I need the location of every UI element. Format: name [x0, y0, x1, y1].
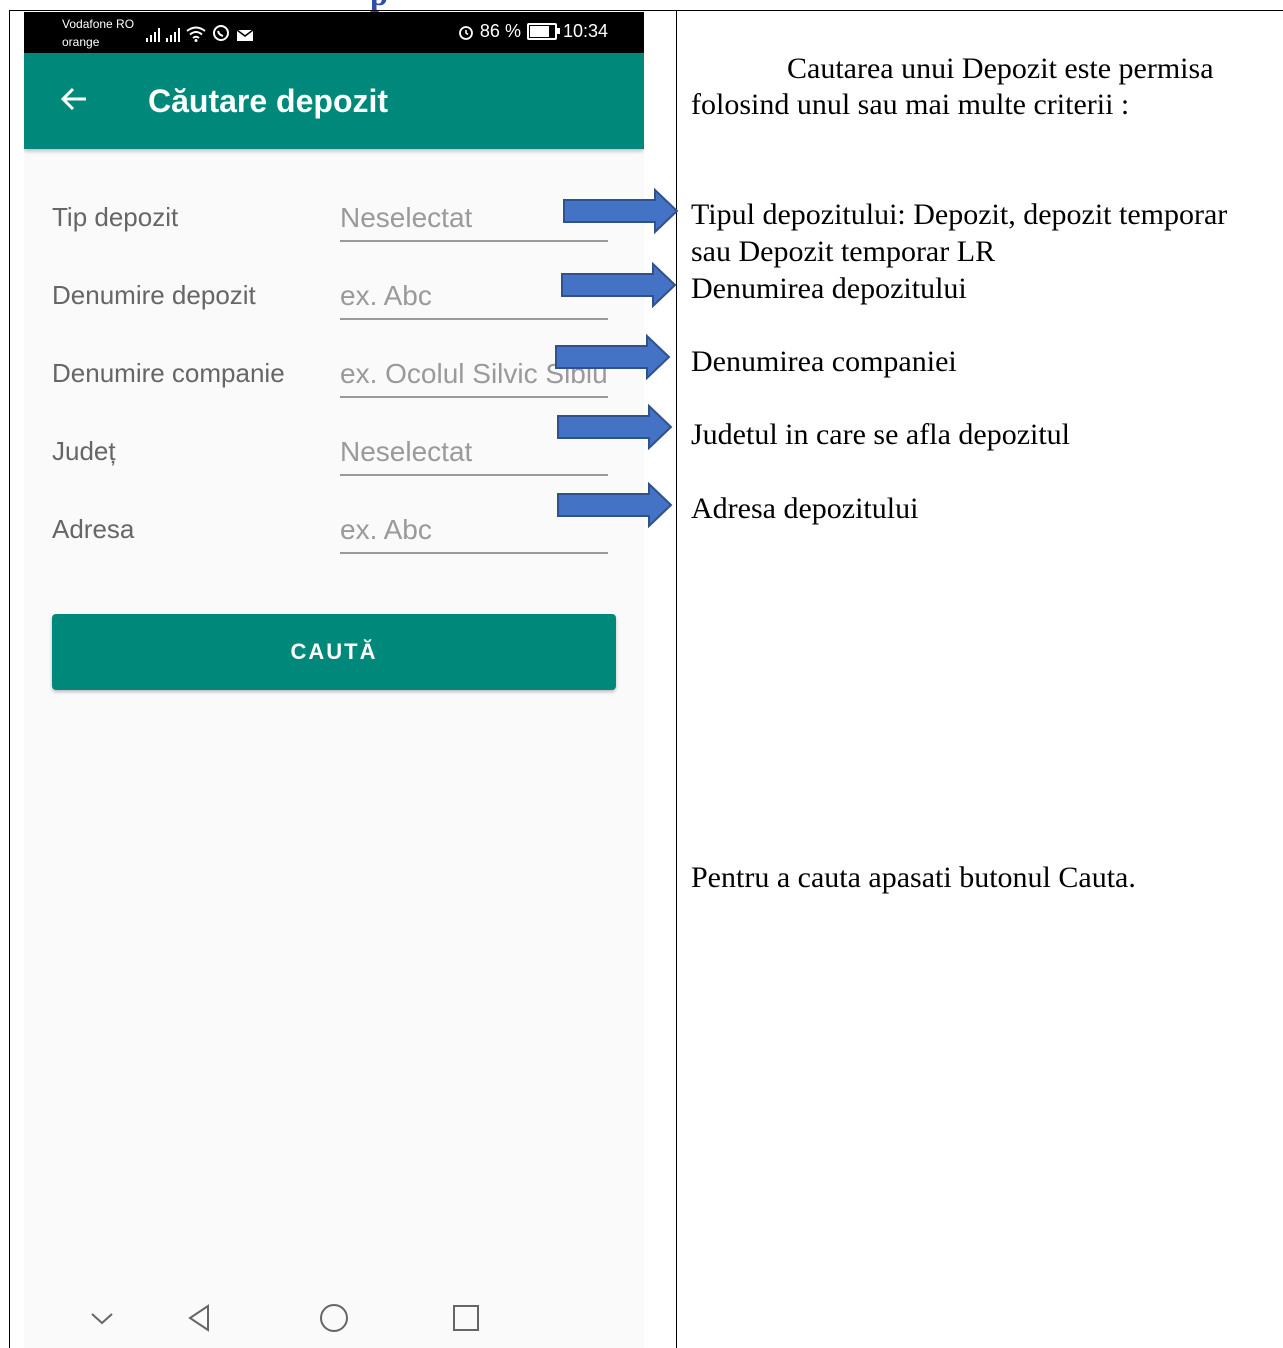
- home-circle-icon[interactable]: [318, 1302, 350, 1334]
- field-label: Denumire depozit: [52, 280, 256, 310]
- note-judet: Judetul in care se afla depozitul: [691, 418, 1071, 451]
- carrier-primary: Vodafone RO: [62, 17, 135, 31]
- carrier-secondary: orange: [62, 35, 100, 49]
- battery-icon: [526, 23, 560, 40]
- table-border-left: [9, 10, 10, 1348]
- carrier-info: Vodafone RO orange: [62, 15, 134, 51]
- arrow-right-icon: [561, 262, 677, 308]
- status-bar: Vodafone RO orange 86 % 10:34: [24, 12, 644, 53]
- note-denumire-companie: Denumirea companiei: [691, 345, 957, 378]
- app-bar: Căutare depozit: [24, 53, 644, 149]
- note-tip-line2: sau Depozit temporar LR: [691, 235, 996, 268]
- field-label: Adresa: [52, 514, 135, 544]
- arrow-right-icon: [563, 188, 679, 234]
- form-row-denumire-companie: Denumire companie: [24, 338, 644, 408]
- note-tip-line1: Tipul depozitului: Depozit, depozit temp…: [691, 198, 1228, 231]
- note-intro-line2: folosind unul sau mai multe criterii :: [691, 88, 1130, 121]
- clock: 10:34: [562, 21, 608, 41]
- page-title: Căutare depozit: [148, 83, 389, 119]
- signal-icon: [146, 28, 160, 42]
- form-row-adresa: Adresa: [24, 494, 644, 564]
- search-button[interactable]: CAUTĂ: [52, 614, 616, 690]
- note-adresa: Adresa depozitului: [691, 492, 919, 525]
- note-cauta: Pentru a cauta apasati butonul Cauta.: [691, 861, 1136, 894]
- arrow-right-icon: [557, 404, 673, 450]
- battery-percent: 86 %: [479, 21, 521, 41]
- document-table: p Vodafone RO orange: [0, 0, 1283, 1348]
- form-row-judet: Județ: [24, 416, 644, 486]
- recents-square-icon[interactable]: [450, 1302, 482, 1334]
- back-triangle-icon[interactable]: [184, 1302, 216, 1334]
- form-row-tip-depozit: Tip depozit: [24, 182, 644, 252]
- field-label: Județ: [52, 436, 116, 466]
- chevron-down-icon[interactable]: [86, 1302, 118, 1334]
- arrow-right-icon: [555, 334, 671, 380]
- note-intro-line1: Cautarea unui Depozit este permisa: [787, 52, 1214, 85]
- signal-icon: [166, 28, 180, 42]
- status-right: 86 % 10:34: [458, 21, 608, 42]
- form-row-denumire-depozit: Denumire depozit: [24, 260, 644, 330]
- heading-fragment: p: [370, 0, 410, 12]
- connectivity-icons: [146, 22, 254, 42]
- whatsapp-icon: [213, 25, 229, 41]
- arrow-right-icon: [557, 482, 673, 528]
- phone-screenshot: Vodafone RO orange 86 % 10:34 Căutare de…: [24, 12, 644, 1348]
- arrow-left-icon[interactable]: [56, 81, 92, 117]
- wifi-icon: [186, 26, 206, 42]
- field-label: Tip depozit: [52, 202, 179, 232]
- table-border-top: [9, 10, 1283, 11]
- alarm-icon: [459, 25, 473, 40]
- field-label: Denumire companie: [52, 358, 285, 388]
- note-denumire-depozit: Denumirea depozitului: [691, 272, 967, 305]
- system-nav-bar: [24, 1288, 644, 1348]
- mail-icon: [236, 29, 254, 41]
